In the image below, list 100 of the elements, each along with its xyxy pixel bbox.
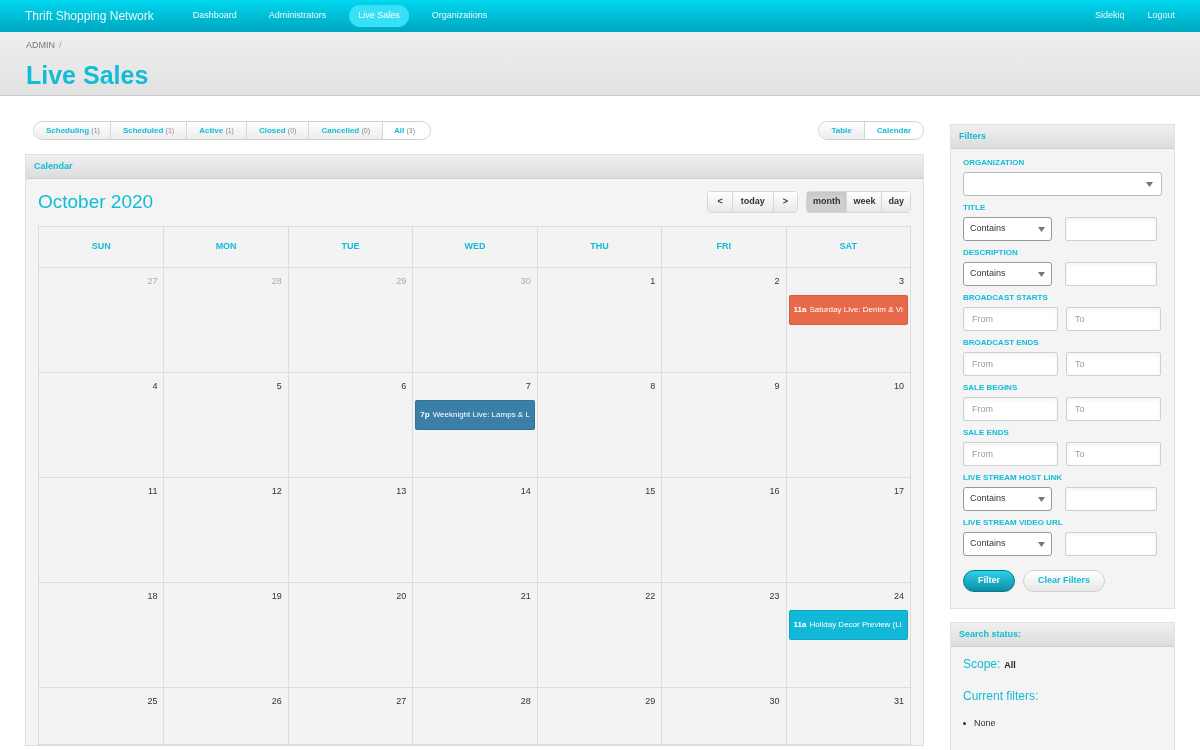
- field-label: TITLE: [963, 202, 987, 214]
- day-number: 8: [649, 380, 657, 393]
- today-button[interactable]: today: [731, 192, 774, 212]
- scope-label: Scope:: [963, 656, 1001, 673]
- month-title: October 2020: [38, 189, 155, 214]
- day-number: 13: [395, 485, 408, 498]
- field-label: BROADCAST STARTS: [963, 292, 1049, 304]
- calendar-event[interactable]: 11a Saturday Live: Denim & Vi: [788, 294, 908, 325]
- input-field[interactable]: To: [1066, 352, 1161, 376]
- input-field[interactable]: [1065, 217, 1157, 241]
- nav-link[interactable]: Logout: [1147, 9, 1175, 23]
- day-number: 14: [519, 485, 532, 498]
- breadcrumb-separator: /: [59, 39, 62, 52]
- brand-name[interactable]: Thrift Shopping Network: [25, 7, 154, 25]
- caret-icon: [1038, 541, 1045, 547]
- day-number: 17: [893, 485, 905, 498]
- next-button[interactable]: >: [773, 192, 797, 212]
- weekday-header: FRI: [661, 227, 786, 267]
- day-number: 22: [644, 590, 657, 603]
- weekday-header: THU: [536, 227, 662, 267]
- input-field[interactable]: From: [963, 352, 1058, 376]
- weekday-header: MON: [163, 227, 288, 267]
- day-number: 11: [147, 485, 159, 498]
- calendar-event[interactable]: 11a Holiday Decor Preview (Li: [788, 609, 908, 640]
- day-number: 5: [275, 380, 283, 393]
- day-number: 25: [146, 695, 159, 708]
- input-field[interactable]: From: [963, 442, 1058, 466]
- clear-filters-button[interactable]: Clear Filters: [1023, 570, 1106, 592]
- field-label: LIVE STREAM VIDEO URL: [963, 517, 1064, 529]
- select-field[interactable]: Contains: [963, 487, 1052, 511]
- day-number: 28: [270, 275, 283, 288]
- field-label: LIVE STREAM HOST LINK: [963, 472, 1064, 484]
- day-number: 28: [519, 695, 532, 708]
- day-number: 29: [395, 275, 408, 288]
- weekday-header: SAT: [785, 227, 910, 267]
- panel-header: Calendar: [26, 155, 923, 179]
- view-tab[interactable]: Table: [819, 122, 864, 139]
- field-label: ORGANIZATION: [963, 157, 1026, 169]
- view-tab[interactable]: Calendar: [863, 122, 923, 139]
- caret-icon: [1038, 226, 1045, 232]
- page-title: Live Sales: [26, 59, 150, 91]
- day-number: 7: [524, 380, 532, 393]
- view-mode-button[interactable]: week: [846, 192, 882, 212]
- view-mode-button[interactable]: day: [881, 192, 910, 212]
- calendar-event[interactable]: 7p Weeknight Live: Lamps & L: [415, 399, 535, 430]
- weekday-header: SUN: [90, 240, 112, 254]
- input-field[interactable]: To: [1066, 397, 1161, 421]
- nav-link[interactable]: Dashboard: [183, 5, 246, 27]
- input-field[interactable]: From: [963, 307, 1058, 331]
- field-label: BROADCAST ENDS: [963, 337, 1040, 349]
- day-number: 27: [146, 275, 159, 288]
- select-field[interactable]: Contains: [963, 532, 1052, 556]
- nav-link[interactable]: Organizations: [422, 5, 497, 27]
- weekday-header: TUE: [287, 227, 413, 267]
- day-number: 30: [768, 695, 781, 708]
- day-number: 27: [395, 695, 408, 708]
- day-number: 29: [644, 695, 657, 708]
- day-number: 15: [644, 485, 657, 498]
- scope-value: All: [1004, 659, 1016, 672]
- input-field[interactable]: [1065, 262, 1157, 286]
- day-number: 16: [768, 485, 781, 498]
- day-number: 1: [649, 275, 657, 288]
- input-field[interactable]: From: [963, 397, 1058, 421]
- day-number: 19: [270, 590, 283, 603]
- select-field[interactable]: [963, 172, 1162, 196]
- weekday-header: WED: [412, 227, 537, 267]
- filter-item: None: [974, 717, 996, 730]
- caret-icon: [1038, 496, 1045, 502]
- caret-icon: [1146, 181, 1153, 187]
- nav-link[interactable]: Administrators: [259, 5, 336, 27]
- select-field[interactable]: Contains: [963, 262, 1052, 286]
- field-label: DESCRIPTION: [963, 247, 1019, 259]
- day-number: 24: [893, 590, 905, 603]
- day-number: 31: [893, 695, 905, 708]
- breadcrumb-link[interactable]: ADMIN: [26, 39, 55, 53]
- day-number: 21: [519, 590, 532, 603]
- field-label: SALE ENDS: [963, 427, 1010, 439]
- day-number: 3: [898, 275, 905, 288]
- current-filters-label: Current filters:: [963, 688, 1040, 705]
- caret-icon: [1038, 271, 1045, 277]
- field-label: SALE BEGINS: [963, 382, 1019, 394]
- nav-link[interactable]: Sidekiq: [1094, 9, 1125, 23]
- filter-button[interactable]: Filter: [963, 570, 1015, 592]
- input-field[interactable]: [1065, 532, 1157, 556]
- day-number: 20: [395, 590, 408, 603]
- day-number: 30: [519, 275, 532, 288]
- input-field[interactable]: To: [1066, 307, 1161, 331]
- day-number: 9: [773, 380, 781, 393]
- day-number: 10: [893, 380, 905, 393]
- day-number: 6: [400, 380, 408, 393]
- day-number: 23: [768, 590, 781, 603]
- day-number: 18: [146, 590, 159, 603]
- previous-button[interactable]: <: [708, 192, 732, 212]
- select-field[interactable]: Contains: [963, 217, 1052, 241]
- view-mode-button[interactable]: month: [806, 192, 847, 212]
- input-field[interactable]: [1065, 487, 1157, 511]
- panel-header: Filters: [951, 125, 1174, 149]
- input-field[interactable]: To: [1066, 442, 1161, 466]
- day-number: 2: [773, 275, 781, 288]
- bullet-icon: [963, 722, 966, 726]
